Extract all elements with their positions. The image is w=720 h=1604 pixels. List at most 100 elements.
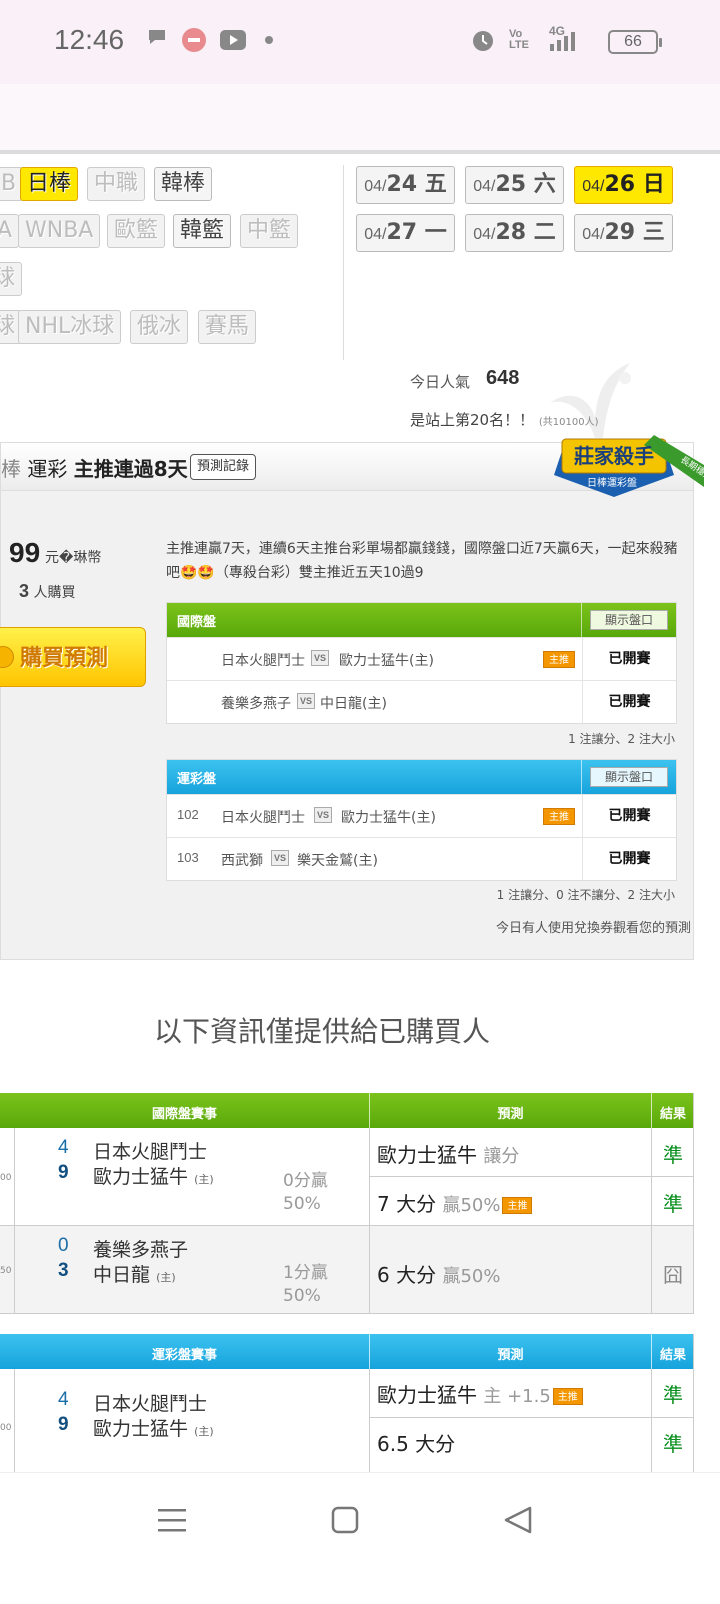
cut-text: 50 [0,1266,12,1276]
coin-icon [0,646,14,668]
game-row: 日本火腿鬥士 VS 歐力士猛牛(主) 主推 已開賽 [167,637,676,680]
league-tag-cut[interactable]: A [0,214,20,248]
badge-title: 莊家殺手 [574,444,654,468]
table-row: 50 0 3 養樂多燕子 中日龍 (主) 1分贏 50% 6 大分 贏50% 囧 [0,1226,693,1314]
table-row: 00 4 9 日本火腿鬥士 歐力士猛牛 (主) 0分贏 50% 歐力士猛牛 讓分 … [0,1128,694,1226]
lottery-show-odds-button[interactable]: 顯示盤口 [590,767,668,787]
expert-name-cut: 棒 [1,457,21,481]
league-tag-wnba[interactable]: WNBA [18,214,101,248]
score-away: 0 [58,1235,69,1256]
expert-description: 主推連贏7天，連續6天主推台彩單場都贏錢錢，國際盤口近7天贏6天，一起來殺豬吧🤩… [166,541,678,581]
date-0427[interactable]: 04/27 一 [356,214,455,252]
col-prediction: 預測 [497,1348,524,1363]
game-status: 已開賽 [582,638,676,680]
badge-subtitle: 日棒運彩盤 [587,476,637,489]
league-tag-euro-basketball[interactable]: 歐籃 [107,214,166,248]
lottery-box-title: 運彩盤 [177,772,217,787]
home-square-icon[interactable] [330,1505,360,1535]
league-tag-horse-racing[interactable]: 賽馬 [198,310,257,344]
table-row: 00 4 9 日本火腿鬥士 歐力士猛牛 (主) 歐力士猛牛 主 +1.5 主推 準… [0,1369,694,1473]
away-team: 西武獅 [221,853,263,869]
prediction: 6 大分 贏50% [377,1263,501,1287]
page-header-area [0,84,720,154]
date-0428[interactable]: 04/28 二 [465,214,564,252]
cut-text: 00 [0,1173,12,1183]
result-mark: 準 [663,1192,683,1216]
game-status: 已開賽 [582,681,676,723]
odds-info: 0分贏 50% [283,1171,328,1214]
popularity-label: 今日人氣 [410,373,471,391]
cut-text: 00 [0,1423,12,1433]
status-bar: 12:46 Vo LTE 4G 66 [0,0,720,84]
league-tag-russia-hockey[interactable]: 俄冰 [130,310,189,344]
home-team: 歐力士猛牛(主) [341,810,436,826]
league-tag-cpbl[interactable]: 中職 [87,167,146,201]
buyers-count: 3 人購買 [19,581,76,601]
home-team: 歐力士猛牛 (主) [93,1166,214,1188]
game-row: 103 西武獅 VS 樂天金鷲(主) 已開賽 [167,837,676,880]
home-team: 中日龍 (主) [93,1264,176,1286]
intl-box-header: 國際盤 顯示盤口 [167,603,676,637]
prediction: 6.5 大分 [377,1432,456,1456]
header-divider [0,150,720,154]
expert-name[interactable]: 棒 運彩 主推連過8天 [1,453,188,482]
score-away: 4 [58,1137,69,1158]
away-team: 日本火腿鬥士 [93,1393,208,1415]
odds-info: 1分贏 50% [283,1263,328,1306]
expert-name-highlight: 主推連過8天 [73,457,188,481]
away-team: 養樂多燕子 [221,696,291,712]
home-team: 中日龍(主) [320,696,387,712]
away-team: 養樂多燕子 [93,1239,189,1261]
league-tag-cut[interactable]: 球 [0,262,23,296]
alarm-icon [473,31,493,51]
prediction-record-button[interactable]: 預測記錄 [190,454,257,480]
league-tag-nhl[interactable]: NHL冰球 [18,310,122,344]
main-pick-badge: 主推 [543,651,575,668]
league-tag-china-basketball[interactable]: 中籃 [240,214,299,248]
result-mark: 囧 [663,1263,683,1287]
date-0426-selected[interactable]: 04/26 日 [574,166,673,204]
killer-badge-icon: 莊家殺手 日棒運彩盤 長期穩定 [554,435,704,497]
result-mark: 準 [663,1432,683,1456]
vs-icon: VS [271,850,289,866]
game-row: 養樂多燕子 VS 中日龍(主) 已開賽 [167,680,676,723]
price-unit: 元�琳幣 [45,550,102,566]
date-0424[interactable]: 04/24 五 [356,166,455,204]
game-status: 已開賽 [582,838,676,880]
date-0429[interactable]: 04/29 三 [574,214,673,252]
intl-box-title: 國際盤 [177,615,217,630]
league-tag-korea-baseball[interactable]: 韓棒 [154,167,213,201]
app-notification-icon [182,28,206,52]
col-game: 國際盤賽事 [151,1107,217,1122]
intl-show-odds-button[interactable]: 顯示盤口 [590,610,668,630]
buy-button-label: 購買預測 [20,646,109,671]
prediction: 7 大分 贏50% 主推 [377,1188,533,1217]
league-tag-japan-baseball[interactable]: 日棒 [20,167,79,201]
main-pick-badge: 主推 [543,808,575,825]
filter-divider [343,165,344,360]
main-pick-badge: 主推 [502,1197,533,1214]
system-nav-bar [0,1472,720,1604]
score-home: 9 [58,1414,69,1435]
intl-table-header: 國際盤賽事 預測 結果 [0,1093,693,1128]
col-result: 結果 [659,1348,686,1363]
back-triangle-icon[interactable] [502,1505,534,1535]
date-0425[interactable]: 04/25 六 [465,166,564,204]
result-mark: 準 [663,1383,683,1407]
buy-prediction-button[interactable]: 購買預測 [0,627,146,687]
intl-bet-note: 1 注讓分、2 注大小 [568,732,675,746]
away-team: 日本火腿鬥士 [221,810,305,826]
col-game: 運彩盤賽事 [151,1348,217,1363]
menu-icon[interactable] [156,1505,188,1535]
lottery-box-header: 運彩盤 顯示盤口 [167,760,676,794]
away-team: 日本火腿鬥士 [221,653,305,669]
intl-result-table: 國際盤賽事 預測 結果 00 4 9 日本火腿鬥士 歐力士猛牛 (主) 0分贏 5… [0,1093,694,1314]
away-team: 日本火腿鬥士 [93,1141,208,1163]
main-pick-badge: 主推 [552,1388,583,1405]
game-row: 102 日本火腿鬥士 VS 歐力士猛牛(主) 主推 已開賽 [167,794,676,837]
vs-icon: VS [314,807,332,823]
vs-icon: VS [311,650,329,666]
signal-icon [550,32,575,51]
league-tag-korea-basketball[interactable]: 韓籃 [173,214,232,248]
home-team: 歐力士猛牛(主) [339,653,434,669]
